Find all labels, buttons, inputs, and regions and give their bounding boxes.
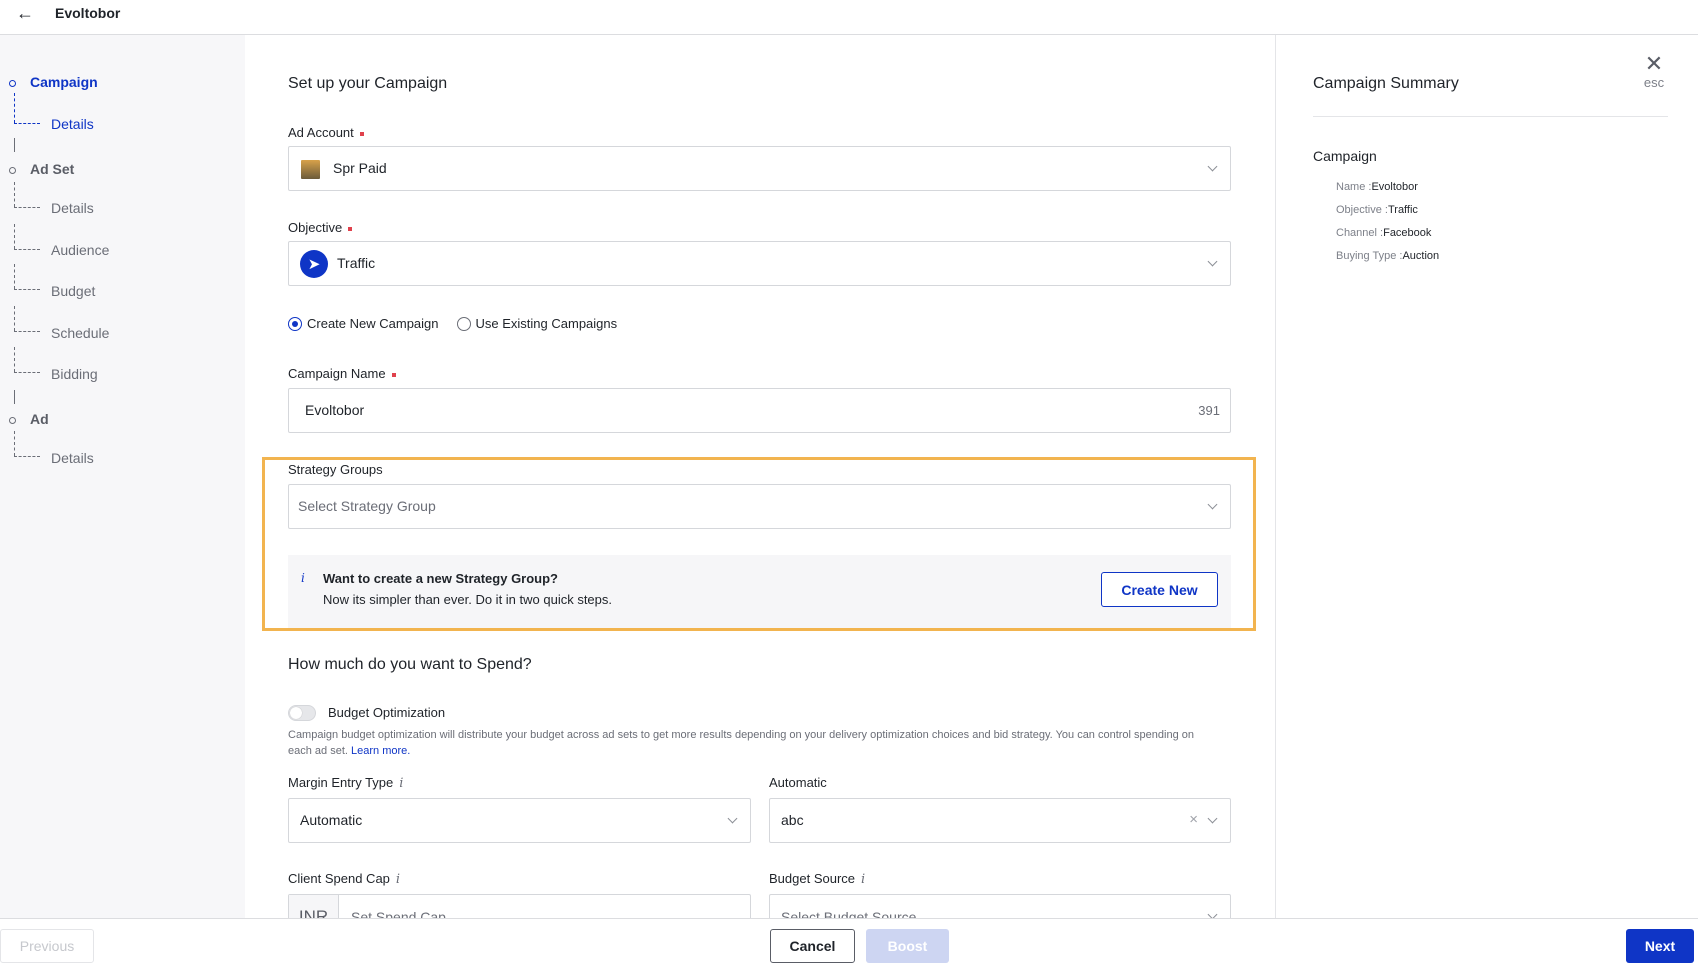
back-arrow-icon[interactable]: ← xyxy=(16,3,34,24)
ad-account-avatar xyxy=(301,160,320,179)
radio-label: Create New Campaign xyxy=(307,316,439,331)
info-icon[interactable]: i xyxy=(861,872,865,887)
info-icon[interactable]: i xyxy=(396,872,400,887)
step-dot-icon xyxy=(9,80,16,87)
sidebar-substep-budget[interactable]: Budget xyxy=(51,283,95,299)
info-subtitle: Now its simpler than ever. Do it in two … xyxy=(323,592,613,607)
clear-icon[interactable]: × xyxy=(1189,811,1198,828)
chevron-down-icon xyxy=(1207,813,1218,824)
step-sidebar: Campaign Details Ad Set Details Audience… xyxy=(0,35,245,918)
summary-row: Name :Evoltobor xyxy=(1336,181,1418,193)
objective-label: Objective xyxy=(288,220,353,235)
summary-divider xyxy=(1313,116,1668,117)
radio-use-existing-campaigns[interactable] xyxy=(456,316,471,331)
page-title: Evoltobor xyxy=(55,5,121,21)
campaign-summary-panel: Campaign Summary ✕ esc Campaign Name :Ev… xyxy=(1276,35,1698,918)
strategy-groups-label: Strategy Groups xyxy=(288,462,383,477)
budget-optimization-label: Budget Optimization xyxy=(328,705,446,720)
budget-source-label: Budget Source i xyxy=(769,871,866,887)
strategy-group-select[interactable]: Select Strategy Group xyxy=(288,484,1231,529)
chevron-down-icon xyxy=(1207,499,1218,510)
radio-label: Use Existing Campaigns xyxy=(475,316,618,331)
info-title: Want to create a new Strategy Group? xyxy=(323,571,559,586)
step-connector xyxy=(14,306,15,331)
campaign-name-input[interactable]: Evoltobor 391 xyxy=(288,388,1231,433)
sidebar-substep-ad-details[interactable]: Details xyxy=(51,450,94,466)
chevron-down-icon xyxy=(727,813,738,824)
next-button[interactable]: Next xyxy=(1626,929,1694,963)
budget-optimization-description: Campaign budget optimization will distri… xyxy=(288,729,1194,757)
automatic-select[interactable]: abc × xyxy=(769,798,1231,843)
objective-select[interactable]: ➤ Traffic xyxy=(288,241,1231,286)
info-icon[interactable]: i xyxy=(399,776,403,791)
required-marker xyxy=(391,372,396,377)
close-panel-button[interactable]: ✕ esc xyxy=(1636,51,1672,91)
ad-account-label: Ad Account xyxy=(288,125,364,140)
info-icon: i xyxy=(301,571,305,585)
spend-section-title: How much do you want to Spend? xyxy=(288,656,532,673)
step-connector xyxy=(14,182,15,207)
sidebar-substep-adset-details[interactable]: Details xyxy=(51,200,94,216)
char-counter: 391 xyxy=(1198,403,1220,418)
required-marker xyxy=(348,226,353,231)
step-connector xyxy=(14,224,15,249)
step-connector xyxy=(14,456,40,457)
summary-row: Channel :Facebook xyxy=(1336,227,1432,239)
step-connector xyxy=(14,249,40,250)
step-dot-icon xyxy=(9,417,16,424)
step-connector xyxy=(14,289,40,290)
sidebar-step-ad[interactable]: Ad xyxy=(30,411,49,427)
strategy-group-info-card: i Want to create a new Strategy Group? N… xyxy=(288,555,1231,628)
automatic-label: Automatic xyxy=(769,775,827,790)
summary-row: Objective :Traffic xyxy=(1336,204,1418,216)
form-title: Set up your Campaign xyxy=(288,75,448,92)
required-marker xyxy=(359,131,364,136)
step-connector xyxy=(14,390,15,404)
campaign-mode-radio-group: Create New Campaign Use Existing Campaig… xyxy=(288,316,617,331)
previous-button[interactable]: Previous xyxy=(0,929,94,963)
sidebar-substep-bidding[interactable]: Bidding xyxy=(51,366,98,382)
cancel-button[interactable]: Cancel xyxy=(770,929,855,963)
sidebar-substep-audience[interactable]: Audience xyxy=(51,242,109,258)
esc-hint: esc xyxy=(1643,75,1665,90)
cursor-icon: ➤ xyxy=(300,250,328,278)
step-connector xyxy=(14,93,15,123)
step-connector xyxy=(14,138,15,152)
step-connector xyxy=(14,347,15,372)
step-connector xyxy=(14,207,40,208)
step-connector xyxy=(14,372,40,373)
wizard-footer: Previous Cancel Boost Next xyxy=(0,918,1698,968)
sidebar-substep-campaign-details[interactable]: Details xyxy=(51,116,94,132)
budget-optimization-toggle[interactable] xyxy=(288,705,316,721)
ad-account-select[interactable]: Spr Paid xyxy=(288,146,1231,191)
close-icon: ✕ xyxy=(1644,51,1664,76)
margin-entry-type-select[interactable]: Automatic xyxy=(288,798,751,843)
campaign-name-label: Campaign Name xyxy=(288,366,396,381)
margin-entry-type-label: Margin Entry Type i xyxy=(288,775,404,791)
client-spend-cap-label: Client Spend Cap i xyxy=(288,871,401,887)
chevron-down-icon xyxy=(1207,256,1218,267)
campaign-form: Set up your Campaign Ad Account Spr Paid… xyxy=(245,35,1275,939)
app-header: ← Evoltobor xyxy=(0,0,1698,35)
sidebar-substep-schedule[interactable]: Schedule xyxy=(51,325,109,341)
step-connector xyxy=(14,331,40,332)
step-connector xyxy=(14,123,40,124)
boost-button[interactable]: Boost xyxy=(866,929,949,963)
summary-title: Campaign Summary xyxy=(1313,75,1459,92)
summary-row: Buying Type :Auction xyxy=(1336,250,1440,262)
step-connector xyxy=(14,264,15,289)
sidebar-step-campaign[interactable]: Campaign xyxy=(30,74,98,90)
step-dot-icon xyxy=(9,167,16,174)
learn-more-link[interactable]: Learn more. xyxy=(351,745,410,757)
step-connector xyxy=(14,431,15,456)
chevron-down-icon xyxy=(1207,161,1218,172)
create-new-strategy-group-button[interactable]: Create New xyxy=(1101,572,1218,607)
sidebar-step-ad-set[interactable]: Ad Set xyxy=(30,161,74,177)
radio-create-new-campaign[interactable] xyxy=(288,316,302,331)
summary-section-title: Campaign xyxy=(1313,148,1377,164)
